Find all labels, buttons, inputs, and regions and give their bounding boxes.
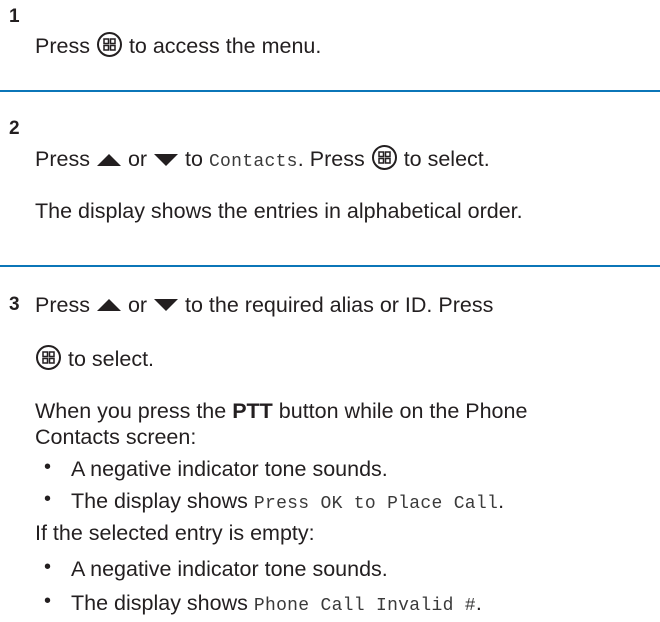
text: Press [35,293,90,317]
menu-ok-button-icon [96,31,123,64]
text: Press [35,147,90,172]
step-2-note: The display shows the entries in alphabe… [35,199,523,223]
step-3-instruction-cont: to select. [35,344,154,377]
text: The display shows [71,489,248,513]
text: Press [35,34,90,59]
ptt-paragraph-line2: Contacts screen: [35,425,197,449]
list-item: A negative indicator tone sounds. [71,457,388,481]
bullet: • [44,556,52,578]
display-text: Press OK to Place Call [253,494,499,514]
text: or [127,293,148,317]
menu-name: Contacts [208,152,298,173]
menu-ok-button-icon [371,144,398,177]
text: When you press the [35,399,227,423]
step-2-instruction: Press or to Contacts. Press to select. [35,144,490,177]
bullet: • [44,488,52,510]
text: to [185,147,203,172]
up-arrow-icon [96,293,122,319]
text: . [475,591,482,615]
bullet: • [44,456,52,478]
list-item: A negative indicator tone sounds. [71,557,388,581]
text: button while on the Phone [278,399,528,423]
ptt-label: PTT [232,399,273,423]
step-1-instruction: Press to access the menu. [35,31,321,64]
text: to select. [403,147,490,172]
text: or [127,147,148,172]
bullet: • [44,590,52,612]
list-item: The display shows Phone Call Invalid #. [71,590,482,619]
text: Press [309,147,365,172]
text: to the required alias or ID. Press [185,293,494,317]
text: to access the menu. [128,34,322,59]
list-item: The display shows Press OK to Place Call… [71,488,504,517]
text: The display shows [71,591,248,615]
step-number: 2 [9,118,20,139]
display-text: Phone Call Invalid # [253,596,476,616]
ptt-paragraph-line1: When you press the PTT button while on t… [35,398,527,424]
step-3-instruction: Press or to the required alias or ID. Pr… [35,292,493,319]
step-number: 3 [9,294,20,315]
empty-paragraph: If the selected entry is empty: [35,521,315,545]
down-arrow-icon [153,148,179,174]
up-arrow-icon [96,148,122,174]
divider [0,265,660,267]
menu-ok-button-icon [35,344,62,377]
text: . [498,489,505,513]
divider [0,90,660,92]
step-number: 1 [9,6,20,27]
down-arrow-icon [153,293,179,319]
text: . [297,147,304,172]
text: to select. [67,347,155,372]
